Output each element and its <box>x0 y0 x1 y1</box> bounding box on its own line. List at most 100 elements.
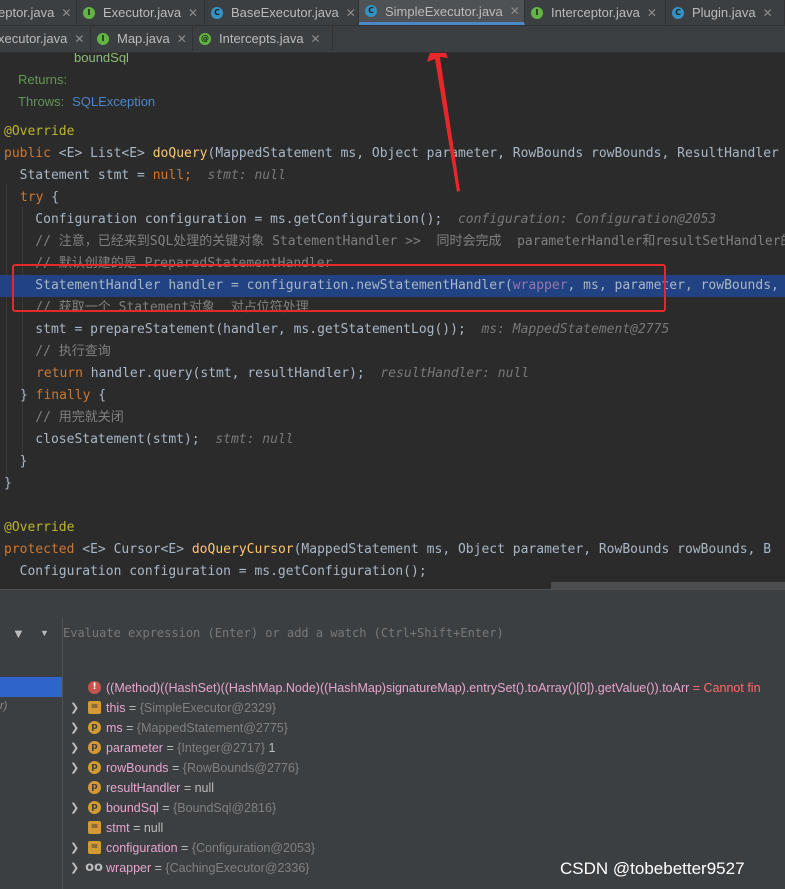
red-arrow-annotation <box>427 53 460 192</box>
expand-arrow-icon[interactable]: ❯ <box>70 838 79 858</box>
inline-value-hint: ms: MappedStatement@2775 <box>481 322 670 337</box>
abstract-class-icon: C <box>211 6 223 19</box>
class-icon: C <box>672 6 684 19</box>
variable-type: {BoundSql@2816} <box>173 801 277 815</box>
parameter-icon: p <box>88 801 101 814</box>
annotation-override-2: @Override <box>4 520 75 535</box>
watch-infinity-icon: oo <box>85 860 103 875</box>
interface-icon: I <box>83 6 95 19</box>
tab-map[interactable]: I Map.java ✕ <box>91 26 193 51</box>
inline-value-hint: configuration: Configuration@2053 <box>457 212 717 227</box>
parameter-icon: p <box>88 721 101 734</box>
tab-simple-executor[interactable]: C SimpleExecutor.java ✕ <box>359 0 525 25</box>
code-line-return: return handler.query(stmt, resultHandler… <box>36 366 530 381</box>
csdn-watermark: CSDN @tobebetter9527 <box>560 859 745 878</box>
filter-icon[interactable]: ▼ <box>12 626 25 641</box>
annotation-override: @Override <box>4 124 75 139</box>
method-signature-doquery: public <E> List<E> doQuery(MappedStateme… <box>4 146 779 161</box>
code-line-finally: } finally { <box>20 388 107 403</box>
code-line-method-end: } <box>4 476 12 491</box>
variable-type: {CachingExecutor@2336} <box>165 861 310 875</box>
expand-arrow-icon[interactable]: ❯ <box>70 698 79 718</box>
doc-param: boundSql <box>74 53 129 65</box>
variable-row[interactable]: p resultHandler = null <box>63 778 785 798</box>
code-line-configuration: Configuration configuration = ms.getConf… <box>4 212 717 227</box>
comment-line-5: // 用完就关闭 <box>4 410 124 425</box>
comment-line-1: // 注意，已经来到SQL处理的关键对象 StatementHandler >>… <box>4 234 785 249</box>
tab-interceptor-truncated[interactable]: eptor.java ✕ <box>0 0 77 25</box>
variable-name: configuration <box>106 841 178 855</box>
frames-pane[interactable]: ▼ ▼ r) <box>0 617 63 889</box>
code-editor[interactable]: boundSql Returns: Throws: SQLException @… <box>0 53 785 589</box>
expand-arrow-icon[interactable]: ❯ <box>70 758 79 778</box>
close-icon[interactable]: ✕ <box>61 6 71 20</box>
code-line-try: try { <box>20 190 60 205</box>
inline-value-hint: stmt: null <box>207 168 286 183</box>
variable-name: parameter <box>106 741 163 755</box>
variable-type: {Configuration@2053} <box>191 841 316 855</box>
parameter-icon: p <box>88 761 101 774</box>
field-icon: = <box>88 701 101 714</box>
variable-name: boundSql <box>106 801 159 815</box>
tab-interceptor[interactable]: I Interceptor.java ✕ <box>525 0 666 25</box>
watch-input[interactable]: Evaluate expression (Enter) or add a wat… <box>63 626 504 640</box>
code-line-close-statement: closeStatement(stmt); stmt: null <box>4 432 294 447</box>
variable-name: resultHandler <box>106 781 181 795</box>
variable-type: {Integer@2717} <box>177 741 265 755</box>
variable-name: stmt <box>106 821 130 835</box>
variable-type: {RowBounds@2776} <box>182 761 300 775</box>
error-icon: ! <box>88 681 101 694</box>
variable-row[interactable]: ❯ = this = {SimpleExecutor@2329} <box>63 698 785 718</box>
comment-line-4: // 执行查询 <box>4 344 111 359</box>
horizontal-scrollbar[interactable] <box>551 582 785 589</box>
code-line-configuration-2: Configuration configuration = ms.getConf… <box>4 564 427 579</box>
variable-value: 1 <box>268 741 276 755</box>
close-icon[interactable]: ✕ <box>188 6 198 20</box>
close-icon[interactable]: ✕ <box>346 6 356 20</box>
variable-type: {SimpleExecutor@2329} <box>139 701 277 715</box>
code-line-prepare-statement: stmt = prepareStatement(handler, ms.getS… <box>4 322 670 337</box>
watch-error-row[interactable]: ! ((Method)((HashSet)((HashMap.Node)((Ha… <box>63 678 785 698</box>
frame-label: r) <box>0 700 8 712</box>
tab-intercepts[interactable]: @ Intercepts.java ✕ <box>193 26 333 51</box>
expand-arrow-icon[interactable]: ❯ <box>70 798 79 818</box>
variables-list: ! ((Method)((HashSet)((HashMap.Node)((Ha… <box>63 678 785 878</box>
field-icon: = <box>88 821 101 834</box>
close-icon[interactable]: ✕ <box>510 4 520 18</box>
tab-executor-truncated[interactable]: xecutor.java ✕ <box>0 26 91 51</box>
doc-throws: Throws: SQLException <box>18 94 156 109</box>
chevron-down-icon[interactable]: ▼ <box>40 628 49 638</box>
variable-row[interactable]: ❯ p rowBounds = {RowBounds@2776} <box>63 758 785 778</box>
expand-arrow-icon[interactable]: ❯ <box>70 858 79 878</box>
method-signature-doquerycursor: protected <E> Cursor<E> doQueryCursor(Ma… <box>4 542 772 557</box>
close-icon[interactable]: ✕ <box>647 6 657 20</box>
parameter-icon: p <box>88 741 101 754</box>
close-icon[interactable]: ✕ <box>74 32 84 46</box>
variable-row[interactable]: ❯ = configuration = {Configuration@2053} <box>63 838 785 858</box>
code-line-close-brace: } <box>4 454 28 469</box>
field-icon: = <box>88 841 101 854</box>
variable-name: this <box>106 701 126 715</box>
selected-frame[interactable] <box>0 677 62 697</box>
debugger-header <box>0 589 785 617</box>
variable-name: ms <box>106 721 123 735</box>
tab-base-executor[interactable]: C BaseExecutor.java ✕ <box>205 0 359 25</box>
variable-row[interactable]: ❯ p parameter = {Integer@2717} 1 <box>63 738 785 758</box>
variable-row[interactable]: ❯ p ms = {MappedStatement@2775} <box>63 718 785 738</box>
inline-value-hint: resultHandler: null <box>380 366 530 381</box>
expand-arrow-icon[interactable]: ❯ <box>70 738 79 758</box>
variable-name: rowBounds <box>106 761 169 775</box>
variable-row[interactable]: ❯ p boundSql = {BoundSql@2816} <box>63 798 785 818</box>
variable-row[interactable]: = stmt = null <box>63 818 785 838</box>
tab-executor[interactable]: I Executor.java ✕ <box>77 0 205 25</box>
tab-plugin[interactable]: C Plugin.java ✕ <box>666 0 785 25</box>
close-icon[interactable]: ✕ <box>311 32 321 46</box>
doc-returns: Returns: <box>18 72 68 87</box>
expand-arrow-icon[interactable]: ❯ <box>70 718 79 738</box>
variable-type: {MappedStatement@2775} <box>136 721 288 735</box>
variable-value: null <box>194 781 215 795</box>
close-icon[interactable]: ✕ <box>763 6 773 20</box>
close-icon[interactable]: ✕ <box>177 32 187 46</box>
sqlexception-link[interactable]: SQLException <box>72 94 155 109</box>
interface-icon: I <box>531 6 543 19</box>
